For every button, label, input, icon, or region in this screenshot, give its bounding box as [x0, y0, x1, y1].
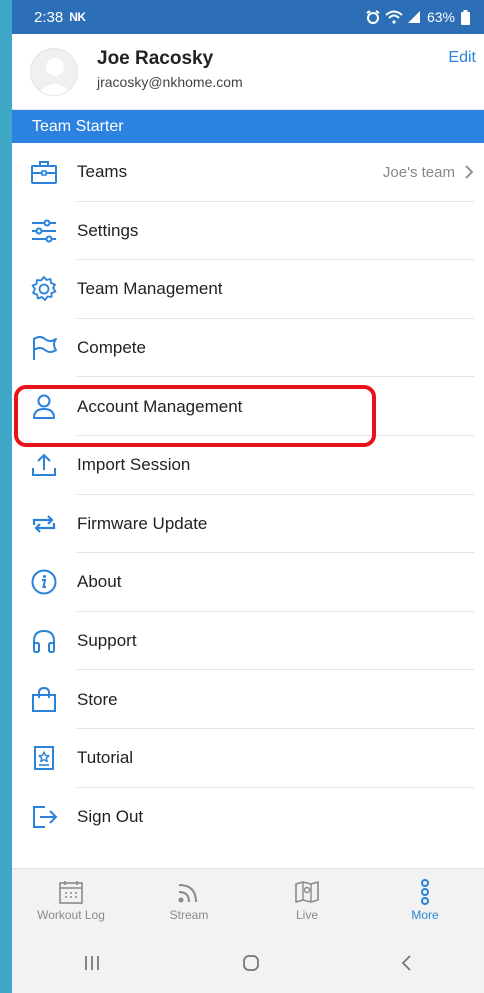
menu-label: Settings [77, 220, 139, 240]
android-nav-bar [12, 932, 484, 993]
menu-item-compete[interactable]: Compete [12, 319, 484, 378]
avatar[interactable] [30, 48, 78, 96]
flag-icon [30, 334, 58, 362]
menu-label: Tutorial [77, 748, 134, 768]
briefcase-icon [30, 158, 58, 186]
edit-profile-link[interactable]: Edit [448, 49, 476, 67]
phone-screen: 2:38 NK 63% Joe Racosky jracosky@nkhome.… [12, 0, 484, 993]
user-placeholder-icon [37, 58, 73, 95]
menu-item-settings[interactable]: Settings [12, 202, 484, 261]
sign-out-icon [30, 803, 58, 831]
menu-item-import-session[interactable]: Import Session [12, 436, 484, 495]
sliders-icon [30, 217, 58, 245]
map-icon [295, 881, 319, 903]
current-team-value: Joe's team [382, 163, 455, 181]
tab-label: More [411, 908, 439, 922]
signal-icon [407, 11, 420, 23]
menu-item-firmware-update[interactable]: Firmware Update [12, 495, 484, 554]
menu-item-sign-out[interactable]: Sign Out [12, 788, 484, 847]
upload-icon [30, 451, 58, 479]
menu-label: About [77, 572, 122, 592]
menu-label: Support [77, 631, 137, 651]
battery-icon [461, 9, 470, 25]
menu-label: Sign Out [77, 806, 144, 826]
menu-item-support[interactable]: Support [12, 612, 484, 671]
profile-header[interactable]: Joe Racosky jracosky@nkhome.com Edit [12, 34, 484, 110]
more-menu: Teams Joe's team Settings Team Managemen… [12, 143, 484, 846]
menu-item-tutorial[interactable]: Tutorial [12, 729, 484, 788]
tutorial-book-icon [30, 744, 58, 772]
menu-item-account-management[interactable]: Account Management [12, 377, 484, 436]
tab-label: Live [295, 908, 318, 922]
menu-label: Firmware Update [77, 513, 208, 533]
home-icon[interactable] [241, 953, 261, 973]
menu-label: Import Session [77, 455, 191, 475]
menu-item-about[interactable]: About [12, 553, 484, 612]
menu-item-store[interactable]: Store [12, 670, 484, 729]
battery-percent: 63% [426, 9, 455, 25]
status-bar: 2:38 NK 63% [12, 0, 484, 34]
back-icon[interactable] [400, 954, 414, 972]
status-time: 2:38 [34, 8, 64, 26]
tab-stream[interactable]: Stream [130, 869, 248, 932]
menu-label: Account Management [77, 396, 243, 416]
gear-icon [30, 275, 58, 303]
more-dots-icon [421, 879, 429, 905]
headphones-icon [30, 627, 58, 655]
tab-workout-log[interactable]: Workout Log [12, 869, 130, 932]
menu-label: Team Management [77, 279, 223, 299]
menu-item-teams[interactable]: Teams Joe's team [12, 143, 484, 202]
alarm-icon [366, 10, 380, 24]
stream-icon [178, 884, 197, 903]
shopping-bag-icon [30, 686, 58, 714]
menu-label: Store [77, 689, 118, 709]
calendar-icon [59, 881, 83, 904]
chevron-right-icon [465, 165, 474, 179]
wifi-icon [385, 10, 403, 24]
profile-name: Joe Racosky [97, 48, 214, 69]
carrier-logo: NK [69, 10, 86, 24]
bottom-tab-bar: Workout Log Stream Live More [12, 868, 484, 932]
menu-item-team-management[interactable]: Team Management [12, 260, 484, 319]
info-icon [30, 568, 58, 596]
menu-label: Teams [77, 162, 128, 182]
team-banner: Team Starter [12, 110, 484, 143]
sync-icon [30, 510, 58, 538]
person-icon [30, 393, 58, 421]
tab-live[interactable]: Live [248, 869, 366, 932]
tab-label: Stream [169, 908, 209, 922]
tab-more[interactable]: More [366, 869, 484, 932]
menu-label: Compete [77, 338, 146, 358]
tab-label: Workout Log [37, 908, 105, 922]
recent-apps-icon[interactable] [82, 954, 102, 972]
profile-email: jracosky@nkhome.com [97, 74, 243, 90]
